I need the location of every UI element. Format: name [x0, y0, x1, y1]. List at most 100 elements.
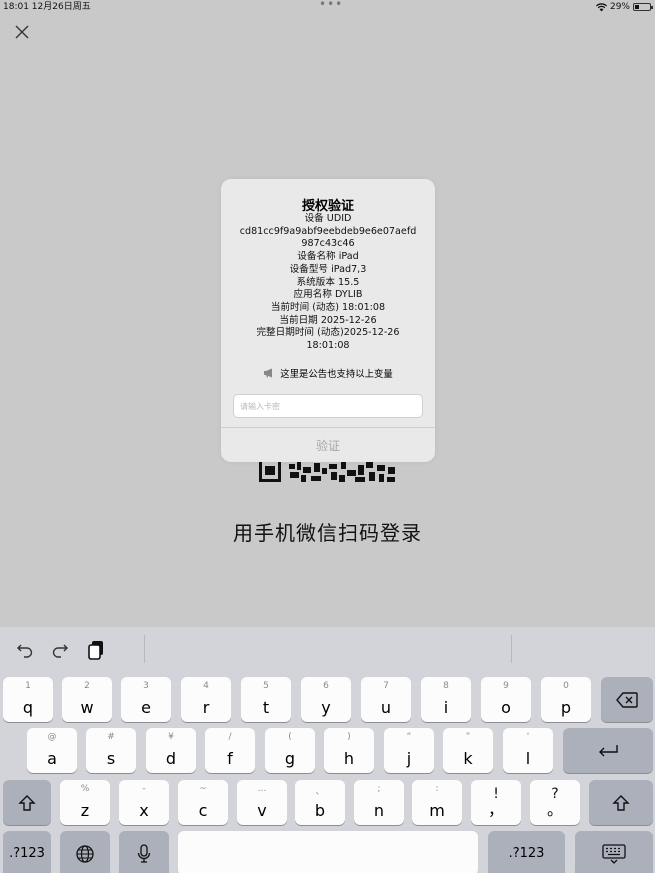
clipboard-icon[interactable]: [85, 639, 107, 661]
key-hint: …: [257, 784, 267, 794]
undo-icon[interactable]: [14, 639, 36, 661]
key-d[interactable]: ¥ d: [146, 728, 196, 773]
dictation-key[interactable]: [119, 831, 169, 873]
key-y[interactable]: 6y: [301, 677, 351, 722]
key-label: v: [257, 801, 267, 820]
key-k[interactable]: ” k: [443, 728, 493, 773]
key-u[interactable]: 7u: [361, 677, 411, 722]
key-hint: 9: [503, 681, 509, 691]
toolbar-divider: [144, 635, 145, 663]
key-label: f: [227, 749, 233, 768]
key-x[interactable]: -x: [119, 780, 169, 825]
key-i[interactable]: 8i: [421, 677, 471, 722]
key-label: q: [22, 698, 34, 717]
key-hint: 0: [563, 681, 569, 691]
key-s[interactable]: # s: [86, 728, 136, 773]
key-label: w: [80, 698, 94, 717]
multitasking-dots[interactable]: •••: [319, 0, 343, 11]
close-icon[interactable]: [14, 24, 30, 44]
key-z[interactable]: % z: [60, 780, 110, 825]
card-key-input[interactable]: [233, 394, 423, 418]
key-label: ，: [487, 800, 504, 819]
key-f[interactable]: / f: [205, 728, 255, 773]
key-r[interactable]: 4r: [181, 677, 231, 722]
key-hint: -: [142, 784, 146, 794]
key-b[interactable]: 、 b: [295, 780, 345, 825]
key-hint: 1: [25, 681, 31, 691]
key-period[interactable]: ?。: [530, 780, 580, 825]
verify-button[interactable]: 验证: [221, 428, 435, 462]
return-key[interactable]: [563, 728, 653, 773]
key-n[interactable]: ; n: [354, 780, 404, 825]
dialog-title: 授权验证: [301, 199, 354, 214]
info-line: 设备名称 iPad: [297, 251, 359, 263]
key-label: j: [406, 749, 412, 768]
shift-icon: [589, 780, 653, 825]
key-e[interactable]: 3e: [121, 677, 171, 722]
key-label: a: [47, 749, 57, 768]
key-label: k: [463, 749, 473, 768]
key-label: s: [106, 749, 116, 768]
info-line: 完整日期时间 (动态)2025-12-26: [256, 327, 400, 339]
key-o[interactable]: 9o: [481, 677, 531, 722]
numbers-key-right[interactable]: .?123: [488, 831, 565, 873]
shift-key-left[interactable]: [3, 780, 51, 825]
return-icon: [563, 728, 653, 773]
key-hint: 、: [315, 787, 325, 797]
shift-key-right[interactable]: [589, 780, 653, 825]
key-label: 。: [546, 800, 563, 819]
microphone-icon: [119, 831, 169, 873]
key-hint: 5: [263, 681, 269, 691]
info-line: 应用名称 DYLIB: [293, 289, 363, 301]
globe-key[interactable]: [60, 831, 110, 873]
space-key[interactable]: [178, 831, 478, 873]
key-hint: ”: [465, 732, 471, 742]
info-line: 当前日期 2025-12-26: [279, 314, 377, 326]
key-h[interactable]: ) h: [324, 728, 374, 773]
key-hint: 3: [143, 681, 149, 691]
battery-percent: 29%: [609, 2, 630, 12]
key-hint: /: [228, 732, 232, 742]
key-p[interactable]: 0p: [541, 677, 591, 722]
key-label: t: [262, 698, 270, 717]
key-hint: ): [347, 732, 351, 742]
status-time-date: 18:01 12月26日周五: [3, 2, 91, 12]
info-line: 设备型号 iPad7,3: [289, 263, 367, 275]
keyboard-toolbar: [0, 627, 655, 675]
key-v[interactable]: … v: [237, 780, 287, 825]
key-label: c: [198, 801, 208, 820]
key-label: m: [429, 801, 445, 820]
dismiss-keyboard-key[interactable]: [575, 831, 653, 873]
key-w[interactable]: 2w: [62, 677, 112, 722]
wifi-icon: [595, 2, 607, 12]
key-c[interactable]: ~ c: [178, 780, 228, 825]
key-hint: 8: [443, 681, 449, 691]
keyboard-dismiss-icon: [575, 831, 653, 873]
key-label: r: [202, 698, 210, 717]
info-line: 设备 UDID: [304, 213, 352, 224]
key-l[interactable]: ' l: [503, 728, 553, 773]
qr-code: [259, 462, 397, 484]
key-hint: “: [406, 732, 412, 742]
keyboard: 1q 2w 3e 4r 5t 6y 7u 8i 9o 0p @ a # s ¥ d /…: [0, 627, 655, 873]
key-t[interactable]: 5t: [241, 677, 291, 722]
megaphone-icon: [263, 368, 275, 378]
auth-dialog: 授权验证 设备 UDID cd81cc9f9a9abf9eebdeb9e6e07…: [221, 179, 435, 462]
key-a[interactable]: @ a: [27, 728, 77, 773]
key-hint: 4: [203, 681, 209, 691]
shift-icon: [3, 780, 51, 825]
info-line: 当前时间 (动态) 18:01:08: [270, 301, 386, 313]
key-hint: 2: [84, 681, 90, 691]
key-q[interactable]: 1q: [3, 677, 53, 722]
key-m[interactable]: :m: [412, 780, 462, 825]
info-line: 18:01:08: [306, 340, 350, 352]
key-label: g: [284, 749, 296, 768]
key-hint: ;: [377, 784, 381, 794]
delete-key[interactable]: [601, 677, 653, 722]
numbers-key-left[interactable]: .?123: [3, 831, 51, 873]
status-right: 29%: [595, 0, 653, 14]
key-j[interactable]: “j: [384, 728, 434, 773]
key-comma[interactable]: !，: [471, 780, 521, 825]
redo-icon[interactable]: [49, 639, 71, 661]
key-g[interactable]: (g: [265, 728, 315, 773]
